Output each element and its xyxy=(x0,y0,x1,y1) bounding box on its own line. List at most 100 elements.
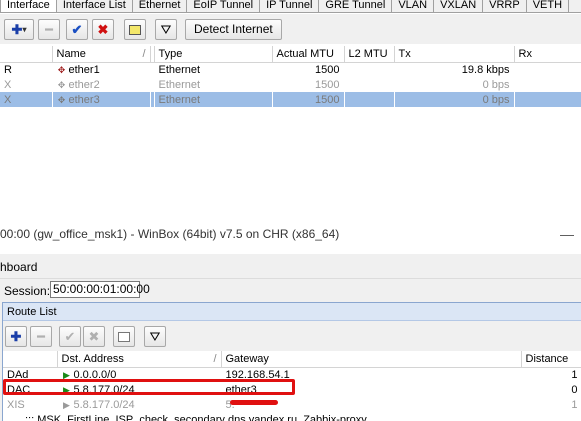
column-header-name[interactable]: Name / xyxy=(52,46,151,63)
column-header-type[interactable]: Type xyxy=(154,46,273,63)
table-row[interactable]: R ✥ ether1 Ethernet 1500 19.8 kbps xyxy=(0,62,581,77)
column-header-dst-address[interactable]: Dst. Address / xyxy=(57,351,222,368)
filter-button[interactable]: ⛛ xyxy=(155,19,177,40)
filter-route-button[interactable]: ⛛ xyxy=(144,326,166,347)
plus-icon: ✚ xyxy=(10,328,22,344)
remove-button[interactable]: ━ xyxy=(38,19,60,40)
row-tx: 19.8 kbps xyxy=(461,63,510,76)
row-actual-mtu: 1500 xyxy=(315,63,340,76)
row-distance: 0 xyxy=(571,383,578,396)
redaction-scribble xyxy=(230,400,278,405)
session-label: Session: xyxy=(4,284,51,298)
comment-button[interactable] xyxy=(124,19,146,40)
row-l2-mtu xyxy=(344,62,394,77)
sort-icon: / xyxy=(213,352,217,365)
row-flag: XIS xyxy=(7,398,25,411)
filter-icon: ⛛ xyxy=(149,328,161,344)
interface-toolbar: ✚ ▾ ━ ✔ ✖ ⛛ Detect Internet xyxy=(0,14,581,44)
table-header: Name / Type Actual MTU L2 MTU Tx Rx xyxy=(0,46,581,63)
comment-route-button[interactable] xyxy=(113,326,135,347)
disable-button[interactable]: ✖ xyxy=(92,19,114,40)
session-input[interactable]: 50:00:00:01:00:00 xyxy=(50,281,150,298)
sort-icon: / xyxy=(142,47,146,60)
row-name: ✥ ether1 xyxy=(57,63,100,76)
route-list-title-bar[interactable]: Route List xyxy=(3,303,581,321)
row-rx xyxy=(514,77,581,92)
column-header-flags[interactable] xyxy=(0,46,53,63)
window-title-bar[interactable]: 00:00 (gw_office_msk1) - WinBox (64bit) … xyxy=(0,218,581,254)
column-header-gateway[interactable]: Gateway xyxy=(221,351,522,368)
row-type: Ethernet xyxy=(154,92,272,107)
row-type: Ethernet xyxy=(158,63,201,76)
ethernet-icon: ✥ xyxy=(57,64,66,75)
red-highlight-box xyxy=(3,379,295,395)
tab-vrrp[interactable]: VRRP xyxy=(483,0,527,12)
check-icon: ✔ xyxy=(71,21,83,37)
interface-table: Name / Type Actual MTU L2 MTU Tx Rx R ✥ et… xyxy=(0,46,581,107)
row-name: ✥ ether2 xyxy=(57,78,100,91)
column-header-l2-mtu[interactable]: L2 MTU xyxy=(344,46,395,63)
interface-list-window: Interface Interface List Ethernet EoIP Tunn… xyxy=(0,0,581,218)
route-list-window: Route List ✚ ━ ✔ ✖ ⛛ Dst. Address / Gate… xyxy=(2,302,581,421)
cross-icon: ✖ xyxy=(88,328,100,344)
column-header-flags[interactable] xyxy=(3,351,58,368)
table-row-selected[interactable]: X ✥ ether3 Ethernet 1500 0 bps xyxy=(0,92,581,107)
tab-ip-tunnel[interactable]: IP Tunnel xyxy=(260,0,320,12)
enable-route-button[interactable]: ✔ xyxy=(59,326,81,347)
menu-item-dashboard[interactable]: hboard xyxy=(0,260,37,274)
row-distance: 1 xyxy=(571,398,578,411)
minimize-icon[interactable]: — xyxy=(560,226,574,242)
row-rx xyxy=(514,62,581,77)
route-list-title: Route List xyxy=(7,306,57,318)
row-name: ✥ ether3 xyxy=(52,92,150,107)
comment-row[interactable]: ;;; MSK_FirstLine_ISP_check_secondary dn… xyxy=(3,412,581,421)
route-comment: ;;; MSK_FirstLine_ISP_check_secondary dn… xyxy=(25,413,367,421)
route-toolbar: ✚ ━ ✔ ✖ ⛛ xyxy=(3,321,581,351)
tab-interface-list[interactable]: Interface List xyxy=(56,0,133,12)
note-icon xyxy=(129,24,141,35)
remove-route-button[interactable]: ━ xyxy=(30,326,52,347)
row-actual-mtu: 1500 xyxy=(272,92,344,107)
minus-icon: ━ xyxy=(45,21,53,37)
row-actual-mtu: 1500 xyxy=(315,78,340,91)
row-flag: R xyxy=(4,63,12,76)
column-header-actual-mtu[interactable]: Actual MTU xyxy=(272,46,345,63)
tab-eoip-tunnel[interactable]: EoIP Tunnel xyxy=(187,0,261,12)
add-route-button[interactable]: ✚ xyxy=(5,326,27,347)
enable-button[interactable]: ✔ xyxy=(66,19,88,40)
row-tx: 0 bps xyxy=(394,92,514,107)
tab-vxlan[interactable]: VXLAN xyxy=(434,0,484,12)
row-rx xyxy=(514,92,581,107)
row-dst: ▶ 5.8.177.0/24 xyxy=(63,398,135,411)
detect-internet-button[interactable]: Detect Internet xyxy=(185,19,282,40)
tab-veth[interactable]: VETH xyxy=(526,0,570,12)
table-header: Dst. Address / Gateway Distance xyxy=(3,351,581,368)
row-l2-mtu xyxy=(344,92,394,107)
tab-gre-tunnel[interactable]: GRE Tunnel xyxy=(319,0,393,12)
filter-icon: ⛛ xyxy=(160,21,172,37)
tab-interface[interactable]: Interface xyxy=(0,0,57,12)
column-header-rx[interactable]: Rx xyxy=(514,46,581,63)
row-flag: X xyxy=(0,92,52,107)
ethernet-icon: ✥ xyxy=(57,79,66,90)
note-icon xyxy=(118,331,130,342)
session-bar: Session: 50:00:00:01:00:00 xyxy=(0,278,581,300)
row-flag: X xyxy=(4,78,12,91)
dropdown-arrow-icon: ▾ xyxy=(22,25,27,34)
column-header-distance[interactable]: Distance xyxy=(521,351,581,368)
disable-route-button[interactable]: ✖ xyxy=(83,326,105,347)
play-icon: ▶ xyxy=(63,399,70,410)
tab-bar: Interface Interface List Ethernet EoIP Tunn… xyxy=(0,0,581,13)
add-button[interactable]: ✚ ▾ xyxy=(4,19,34,40)
tab-vlan[interactable]: VLAN xyxy=(392,0,435,12)
check-icon: ✔ xyxy=(64,328,76,344)
plus-icon: ✚ xyxy=(11,21,23,37)
column-header-tx[interactable]: Tx xyxy=(394,46,515,63)
row-tx: 0 bps xyxy=(482,78,510,91)
window-title: 00:00 (gw_office_msk1) - WinBox (64bit) … xyxy=(0,227,340,241)
minus-icon: ━ xyxy=(37,328,45,344)
ethernet-icon: ✥ xyxy=(57,94,66,105)
table-row[interactable]: XIS ▶5.8.177.0/24 5. 1 xyxy=(3,397,581,412)
table-row[interactable]: X ✥ ether2 Ethernet 1500 0 bps xyxy=(0,77,581,92)
tab-ethernet[interactable]: Ethernet xyxy=(132,0,188,12)
